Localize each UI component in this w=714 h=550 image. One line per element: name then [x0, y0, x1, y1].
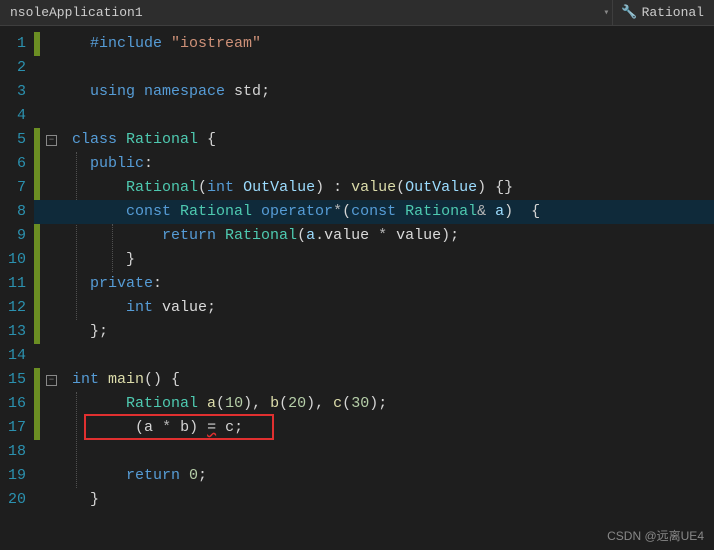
line-number[interactable]: 15: [0, 368, 26, 392]
editor: 1 2 3 4 5 6 7 8 9 10 11 12 13 14 15 16 1…: [0, 26, 714, 550]
line-number[interactable]: 8: [0, 200, 26, 224]
code-line[interactable]: return 0;: [34, 464, 714, 488]
code-line[interactable]: class Rational {: [34, 128, 714, 152]
watermark: CSDN @远离UE4: [607, 527, 704, 544]
line-number[interactable]: 5: [0, 128, 26, 152]
code-line[interactable]: int value;: [34, 296, 714, 320]
line-number[interactable]: 17: [0, 416, 26, 440]
line-number[interactable]: 12: [0, 296, 26, 320]
line-number[interactable]: 1: [0, 32, 26, 56]
line-number[interactable]: 14: [0, 344, 26, 368]
line-number[interactable]: 3: [0, 80, 26, 104]
code-line[interactable]: (a * b) = c;: [34, 416, 714, 440]
code-line[interactable]: using namespace std;: [34, 80, 714, 104]
error-squiggle: =: [207, 419, 216, 436]
code-line[interactable]: }: [34, 488, 714, 512]
scope-label: Rational: [642, 5, 704, 20]
line-number[interactable]: 4: [0, 104, 26, 128]
line-number[interactable]: 10: [0, 248, 26, 272]
line-number[interactable]: 6: [0, 152, 26, 176]
line-number[interactable]: 16: [0, 392, 26, 416]
code-line[interactable]: };: [34, 320, 714, 344]
line-number[interactable]: 18: [0, 440, 26, 464]
file-tab[interactable]: nsoleApplication1: [0, 0, 600, 25]
code-line[interactable]: Rational a(10), b(20), c(30);: [34, 392, 714, 416]
file-dropdown-icon[interactable]: ▾: [600, 7, 612, 19]
line-number[interactable]: 2: [0, 56, 26, 80]
toolbar: nsoleApplication1 ▾ 🔧 Rational: [0, 0, 714, 26]
code-line[interactable]: return Rational(a.value * value);: [34, 224, 714, 248]
line-number[interactable]: 13: [0, 320, 26, 344]
code-line[interactable]: [34, 440, 714, 464]
class-icon: 🔧: [621, 5, 637, 20]
code-line[interactable]: [34, 56, 714, 80]
code-line[interactable]: [34, 104, 714, 128]
code-line[interactable]: }: [34, 248, 714, 272]
code-line[interactable]: int main() {: [34, 368, 714, 392]
code-line[interactable]: #include "iostream": [34, 32, 714, 56]
line-number[interactable]: 19: [0, 464, 26, 488]
code-line[interactable]: private:: [34, 272, 714, 296]
code-line[interactable]: const Rational operator*(const Rational&…: [34, 200, 714, 224]
code-line[interactable]: public:: [34, 152, 714, 176]
line-number[interactable]: 11: [0, 272, 26, 296]
line-number[interactable]: 20: [0, 488, 26, 512]
scope-tab[interactable]: 🔧 Rational: [612, 0, 714, 25]
line-gutter: 1 2 3 4 5 6 7 8 9 10 11 12 13 14 15 16 1…: [0, 26, 34, 550]
line-number[interactable]: 7: [0, 176, 26, 200]
code-area[interactable]: #include "iostream" using namespace std;…: [34, 26, 714, 550]
line-number[interactable]: 9: [0, 224, 26, 248]
code-line[interactable]: Rational(int OutValue) : value(OutValue)…: [34, 176, 714, 200]
code-line[interactable]: [34, 344, 714, 368]
file-tab-label: nsoleApplication1: [10, 5, 143, 20]
